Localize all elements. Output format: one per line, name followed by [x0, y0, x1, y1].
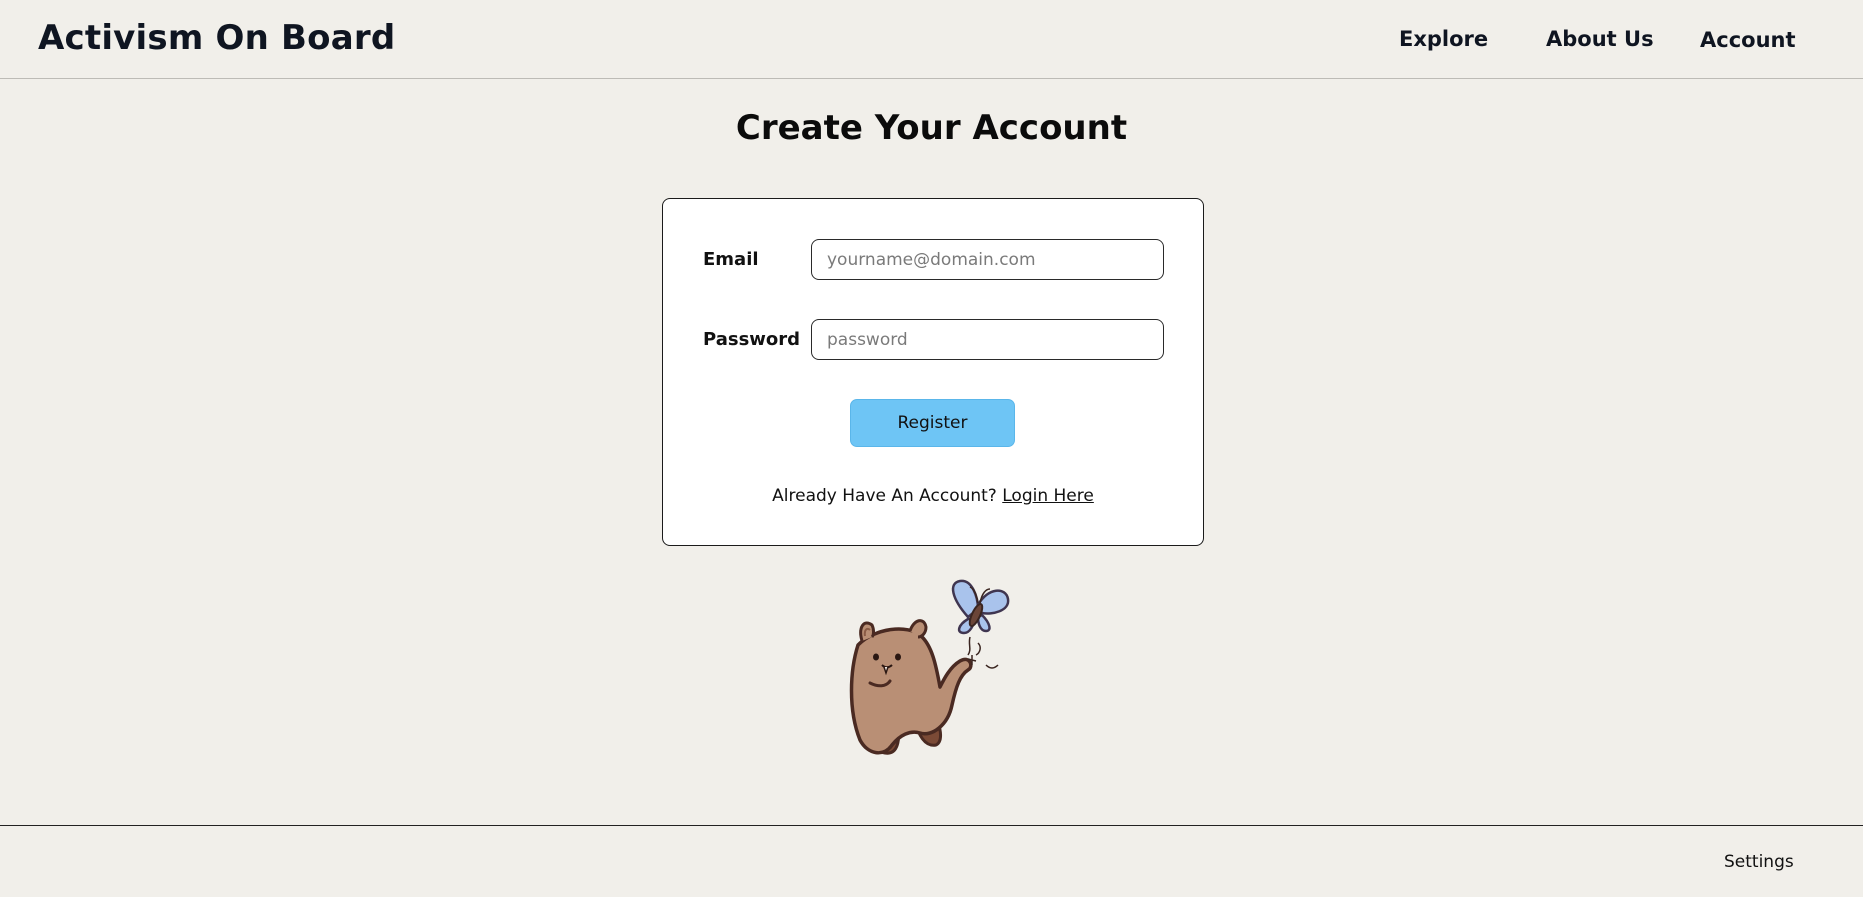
nav-link-explore[interactable]: Explore	[1399, 27, 1488, 51]
footer-bar: Settings	[0, 825, 1863, 897]
password-label: Password	[703, 329, 801, 350]
email-input[interactable]	[811, 239, 1164, 280]
butterfly-illustration	[951, 579, 1010, 669]
email-label: Email	[703, 249, 759, 270]
register-button[interactable]: Register	[850, 399, 1015, 447]
login-prompt: Already Have An Account? Login Here	[663, 486, 1203, 506]
registration-form-card: Email Password Register Already Have An …	[662, 198, 1204, 546]
already-have-account-text: Already Have An Account?	[772, 486, 997, 506]
nav-link-about-us[interactable]: About Us	[1546, 27, 1654, 51]
site-brand[interactable]: Activism On Board	[38, 18, 395, 58]
nav-link-account[interactable]: Account	[1700, 28, 1796, 52]
password-input[interactable]	[811, 319, 1164, 360]
settings-link[interactable]: Settings	[1724, 852, 1794, 872]
login-link[interactable]: Login Here	[1002, 486, 1094, 506]
bear-illustration	[849, 619, 973, 755]
page-title: Create Your Account	[735, 108, 1128, 148]
top-navigation-bar: Activism On Board Explore About Us Accou…	[0, 0, 1863, 79]
bear-butterfly-illustration	[849, 579, 1010, 755]
